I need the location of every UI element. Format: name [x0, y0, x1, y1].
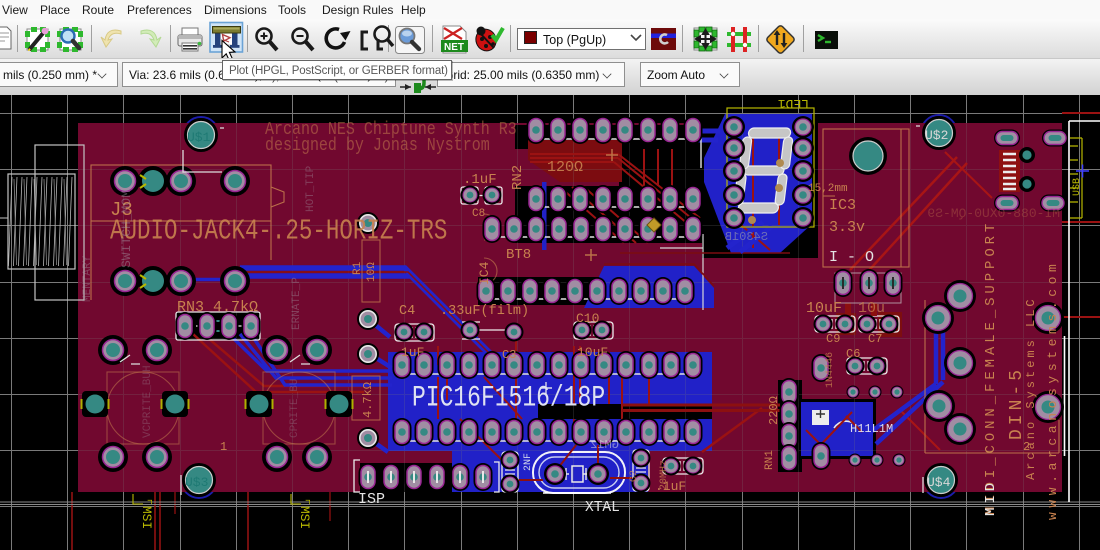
svg-text:10uF: 10uF: [806, 300, 842, 317]
svg-text:3.3v: 3.3v: [829, 219, 865, 236]
svg-text:XTAL: XTAL: [585, 500, 620, 516]
svg-text:C9: C9: [826, 332, 840, 346]
svg-text:R1: R1: [352, 261, 364, 275]
svg-text:1N4446: 1N4446: [825, 352, 836, 388]
svg-text:RN1: RN1: [764, 450, 776, 470]
svg-text:IC4: IC4: [477, 261, 492, 285]
svg-text:15,2mm: 15,2mm: [808, 183, 848, 195]
svg-text:I - O: I - O: [829, 249, 874, 266]
svg-text:VCPRITE_BUH: VCPRITE_BUH: [142, 365, 154, 438]
svg-text:⌜MSI: ⌜MSI: [297, 498, 312, 529]
svg-text:U$2: U$2: [925, 128, 948, 143]
svg-text:20MHz: 20MHz: [659, 460, 670, 490]
svg-text:LED1: LED1: [778, 96, 809, 111]
svg-text:220Ω: 220Ω: [767, 396, 781, 425]
svg-text:2NF: 2NF: [523, 453, 534, 471]
svg-text:C6: C6: [846, 347, 860, 361]
svg-text:www.arcanosystems.com: www.arcanosystems.com: [1045, 260, 1060, 520]
svg-text:NET: NET: [444, 42, 464, 53]
svg-text:10u: 10u: [858, 300, 885, 317]
svg-text:IC3: IC3: [829, 197, 856, 214]
svg-text:1uF: 1uF: [401, 345, 424, 360]
svg-text:U$3: U$3: [185, 475, 208, 490]
svg-text:10uF: 10uF: [577, 345, 608, 360]
svg-text:C10: C10: [576, 311, 599, 326]
svg-text:MID: MID: [983, 479, 999, 516]
svg-text:PIC16F1516/18P: PIC16F1516/18P: [412, 381, 605, 415]
svg-text:HOT_TIP: HOT_TIP: [305, 165, 317, 212]
svg-text:C2: C2: [629, 470, 640, 482]
svg-text:GM1z: GM1z: [590, 438, 619, 452]
svg-text:BT8: BT8: [506, 247, 531, 263]
svg-text:1: 1: [220, 440, 227, 454]
svg-text:SWITCH_MOM: SWITCH_MOM: [119, 190, 134, 268]
svg-text:.33uF(film): .33uF(film): [440, 304, 529, 319]
svg-text:MI-088-0XU0-QM-S9: MI-088-0XU0-QM-S9: [927, 206, 1060, 221]
svg-text:AUDIO-JACK4-.25-HORIZ-TRS: AUDIO-JACK4-.25-HORIZ-TRS: [110, 215, 447, 247]
svg-text:120Ω: 120Ω: [547, 159, 583, 176]
svg-text:CPRITE_BU: CPRITE_BU: [289, 379, 301, 438]
svg-text:4.7kΩ: 4.7kΩ: [361, 382, 375, 418]
svg-text:ISP: ISP: [358, 491, 385, 508]
svg-text:RN2: RN2: [510, 165, 526, 190]
svg-text:C7: C7: [868, 332, 882, 346]
svg-text:MIDI_CONN_FEMALE_SUPPORT: MIDI_CONN_FEMALE_SUPPORT: [983, 220, 999, 515]
svg-text:ERNATE_P: ERNATE_P: [291, 277, 303, 330]
svg-text:MENTARY: MENTARY: [82, 255, 94, 302]
svg-text:Top (PgUp): Top (PgUp): [543, 33, 606, 47]
svg-text:2: 2: [1023, 440, 1030, 454]
svg-text:U$1: U$1: [187, 130, 211, 145]
svg-text:RN3 4.7kΩ: RN3 4.7kΩ: [177, 299, 258, 316]
svg-text:U$4: U$4: [927, 475, 951, 490]
svg-text:C8: C8: [472, 208, 485, 220]
svg-text:H11L1M: H11L1M: [850, 422, 893, 436]
svg-text:designed by Jonas Nystrom: designed by Jonas Nystrom: [265, 136, 490, 157]
svg-text:.1uF: .1uF: [463, 172, 497, 188]
svg-text:USB: USB: [1072, 178, 1083, 196]
svg-text:10Ω: 10Ω: [366, 262, 378, 282]
svg-text:⌜MSI: ⌜MSI: [139, 498, 154, 529]
svg-text:C3: C3: [502, 348, 516, 362]
svg-text:C4: C4: [399, 304, 415, 319]
svg-text:S4301B: S4301B: [725, 230, 768, 244]
